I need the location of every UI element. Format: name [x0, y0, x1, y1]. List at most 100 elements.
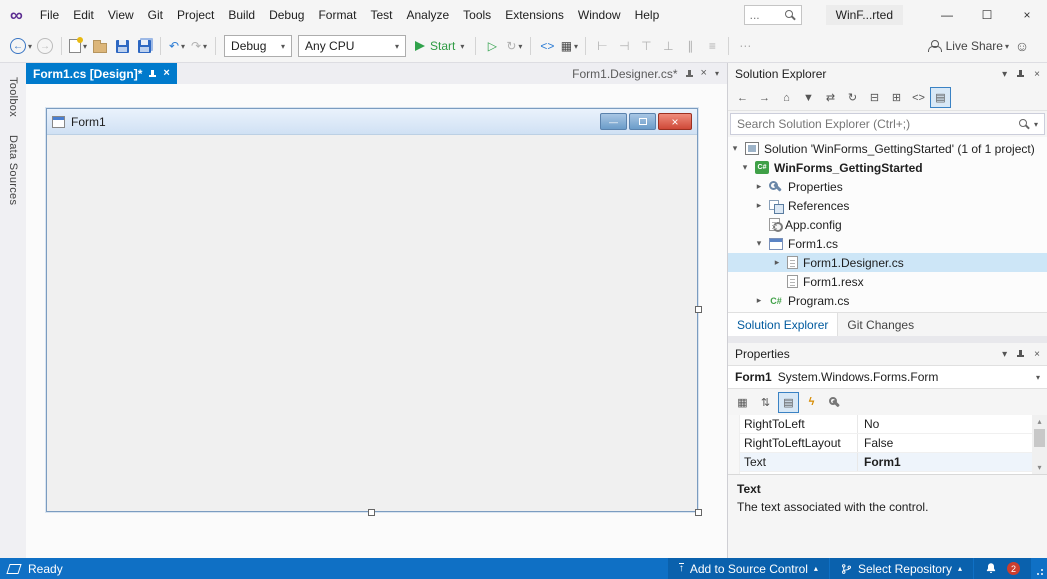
menu-item-extensions[interactable]: Extensions [498, 4, 571, 26]
property-value[interactable]: False [858, 434, 1032, 452]
property-value[interactable]: No [858, 415, 1032, 433]
resize-handle-bottom[interactable] [368, 509, 375, 516]
quick-search-box[interactable]: ... [744, 5, 802, 25]
property-row-selected[interactable]: Text Form1 [728, 453, 1032, 472]
start-without-debugging-button[interactable]: ▷ [481, 34, 503, 58]
solution-explorer-search[interactable]: ▾ [730, 113, 1045, 135]
tree-item-form1-designer-cs[interactable]: ▸ Form1.Designer.cs [728, 253, 1047, 272]
undo-button[interactable]: ↶▾ [166, 34, 188, 58]
se-filter-icon[interactable]: ▼ [798, 87, 819, 108]
menu-item-file[interactable]: File [33, 4, 66, 26]
search-options-icon[interactable]: ▾ [1034, 120, 1038, 129]
form-close-button[interactable]: × [658, 113, 692, 130]
expander-icon[interactable]: ▸ [754, 200, 764, 211]
solution-platform-dropdown[interactable]: Any CPU▾ [298, 35, 406, 57]
se-view-code-icon[interactable]: <> [908, 87, 929, 108]
form-maximize-button[interactable] [629, 113, 656, 130]
se-properties-icon[interactable]: ▤ [930, 87, 951, 108]
property-pages-icon[interactable] [824, 392, 845, 413]
hot-reload-button[interactable]: ↻▾ [503, 34, 525, 58]
tree-item-form1-cs[interactable]: ▾ Form1.cs [728, 234, 1047, 253]
expander-icon[interactable]: ▾ [754, 238, 764, 249]
menu-item-project[interactable]: Project [170, 4, 221, 26]
menu-item-git[interactable]: Git [141, 4, 170, 26]
menu-item-help[interactable]: Help [628, 4, 667, 26]
tree-item-form1-resx[interactable]: Form1.resx [728, 272, 1047, 291]
menu-item-test[interactable]: Test [363, 4, 399, 26]
auto-hide-pin-icon[interactable] [1017, 70, 1024, 78]
align-middles-button[interactable]: ∥ [679, 34, 701, 58]
menu-item-debug[interactable]: Debug [262, 4, 311, 26]
show-output-button[interactable]: ▦▾ [558, 34, 580, 58]
save-all-button[interactable] [133, 34, 155, 58]
search-icon[interactable] [1019, 119, 1030, 130]
select-repository-button[interactable]: Select Repository ▴ [830, 558, 973, 579]
scroll-up-icon[interactable]: ▴ [1037, 417, 1041, 426]
align-rights-button[interactable]: ⊣ [613, 34, 635, 58]
menu-item-tools[interactable]: Tools [456, 4, 498, 26]
designed-form[interactable]: Form1 — × [46, 108, 698, 512]
panel-splitter[interactable] [728, 336, 1047, 343]
property-row[interactable]: RightToLeft No [728, 415, 1032, 434]
form-client-area[interactable] [47, 135, 697, 512]
tab-close-icon[interactable]: × [701, 68, 707, 79]
scroll-down-icon[interactable]: ▾ [1037, 463, 1041, 472]
align-tops-button[interactable]: ⊤ [635, 34, 657, 58]
categorized-icon[interactable]: ▦ [732, 392, 753, 413]
menu-item-edit[interactable]: Edit [66, 4, 101, 26]
se-back-icon[interactable]: ← [732, 87, 753, 108]
object-selector-dropdown[interactable]: Form1 System.Windows.Forms.Form ▾ [728, 365, 1047, 389]
redo-button[interactable]: ↷▾ [188, 34, 210, 58]
alphabetical-icon[interactable]: ⇅ [755, 392, 776, 413]
minimize-button[interactable]: — [927, 0, 967, 30]
properties-view-icon[interactable]: ▤ [778, 392, 799, 413]
navigate-back-button[interactable]: ←▾ [8, 34, 34, 58]
maximize-button[interactable]: ☐ [967, 0, 1007, 30]
pin-icon[interactable] [686, 70, 693, 78]
properties-header[interactable]: Properties ▾ × [728, 343, 1047, 365]
sidebar-tab-toolbox[interactable]: Toolbox [7, 77, 19, 117]
pin-icon[interactable] [149, 70, 156, 78]
live-share-button[interactable]: Live Share▾ [926, 34, 1011, 58]
se-sync-icon[interactable]: ⇄ [820, 87, 841, 108]
add-to-source-control-button[interactable]: ↑ Add to Source Control ▴ [668, 558, 829, 579]
resize-handle-right[interactable] [695, 306, 702, 313]
events-icon[interactable]: ϟ [801, 392, 822, 413]
property-value[interactable]: Form1 [858, 453, 1032, 471]
make-same-size-button[interactable]: ≡ [701, 34, 723, 58]
property-row[interactable]: RightToLeftLayout False [728, 434, 1032, 453]
expander-icon[interactable]: ▸ [754, 181, 764, 192]
start-debugging-button[interactable]: Start▾ [409, 39, 470, 53]
search-input[interactable] [737, 117, 1015, 131]
find-in-files-button[interactable]: <> [536, 34, 558, 58]
menu-item-view[interactable]: View [101, 4, 141, 26]
se-collapse-all-icon[interactable]: ⊟ [864, 87, 885, 108]
menu-item-analyze[interactable]: Analyze [399, 4, 456, 26]
tree-item-program-cs[interactable]: ▸ C# Program.cs [728, 291, 1047, 310]
scrollbar[interactable]: ▴ ▾ [1032, 415, 1047, 474]
close-button[interactable]: × [1007, 0, 1047, 30]
sidebar-tab-data-sources[interactable]: Data Sources [7, 135, 19, 205]
tab-form1-design[interactable]: Form1.cs [Design]* × [26, 63, 177, 84]
tab-list-dropdown-icon[interactable]: ▾ [715, 69, 719, 78]
expander-icon[interactable]: ▸ [754, 295, 764, 306]
panel-close-icon[interactable]: × [1034, 349, 1040, 360]
form-minimize-button[interactable]: — [600, 113, 627, 130]
panel-close-icon[interactable]: × [1034, 69, 1040, 80]
scrollbar-thumb[interactable] [1034, 429, 1045, 447]
se-refresh-icon[interactable]: ↻ [842, 87, 863, 108]
new-project-button[interactable]: ▾ [67, 34, 89, 58]
navigate-forward-button[interactable]: → [34, 34, 56, 58]
tree-item-app-config[interactable]: App.config [728, 215, 1047, 234]
window-position-icon[interactable]: ▾ [1002, 69, 1007, 80]
se-show-all-files-icon[interactable]: ⊞ [886, 87, 907, 108]
tree-item-references[interactable]: ▸ References [728, 196, 1047, 215]
feedback-button[interactable]: ☺ [1011, 34, 1033, 58]
design-surface[interactable]: Form1 — × [26, 84, 727, 558]
tab-git-changes[interactable]: Git Changes [838, 313, 923, 336]
expander-icon[interactable]: ▾ [740, 162, 750, 173]
auto-hide-pin-icon[interactable] [1017, 350, 1024, 358]
solution-explorer-header[interactable]: Solution Explorer ▾ × [728, 63, 1047, 85]
align-lefts-button[interactable]: ⊢ [591, 34, 613, 58]
tab-solution-explorer[interactable]: Solution Explorer [728, 313, 838, 336]
